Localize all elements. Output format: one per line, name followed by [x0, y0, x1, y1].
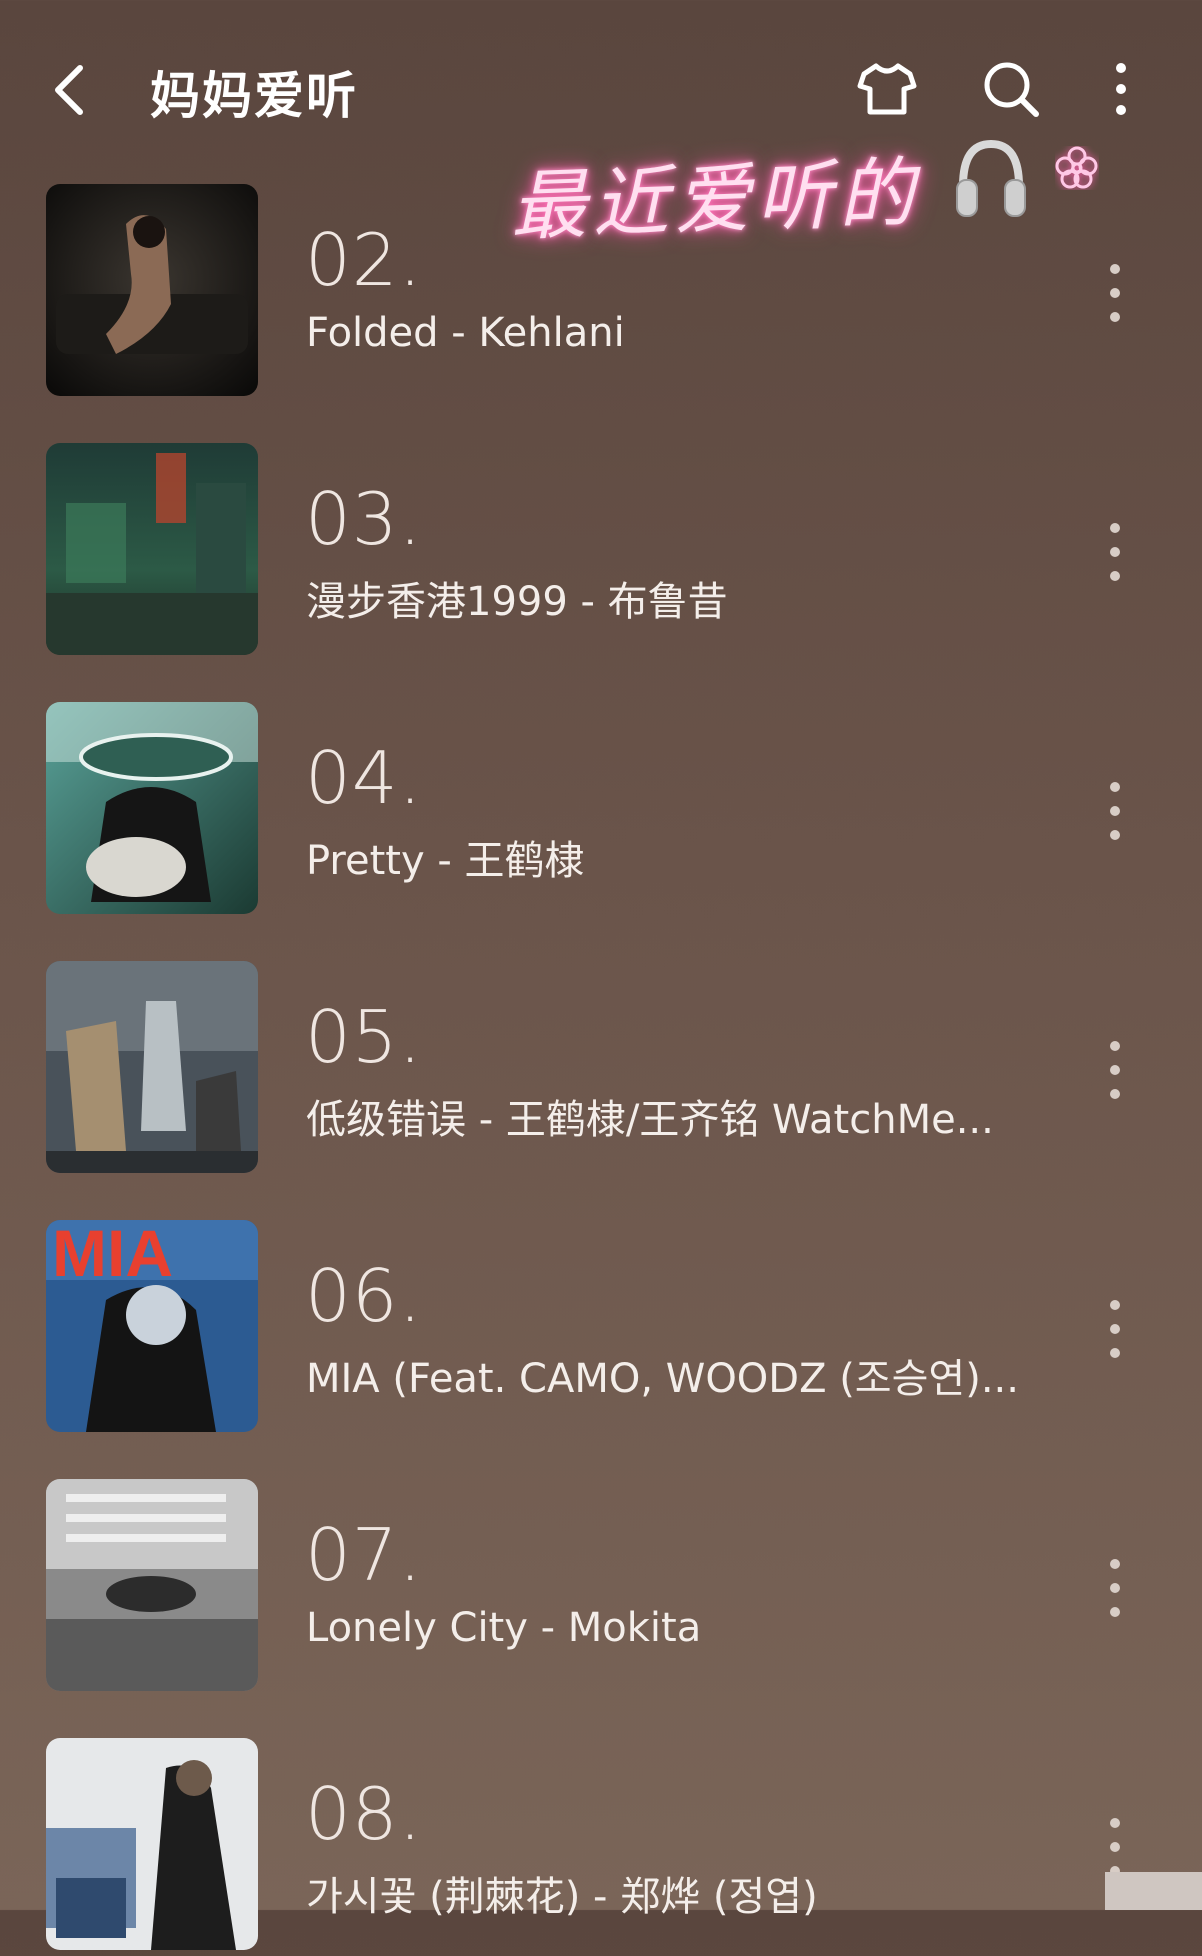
- album-cover: [46, 1479, 258, 1691]
- song-more-button[interactable]: [1100, 258, 1130, 328]
- more-dot-icon: [1110, 1089, 1120, 1099]
- song-title: Pretty - 王鹤棣: [306, 838, 585, 884]
- song-more-button[interactable]: [1100, 1035, 1130, 1105]
- more-dot-icon: [1110, 1041, 1120, 1051]
- song-more-button[interactable]: [1100, 517, 1130, 587]
- more-dot-icon: [1110, 523, 1120, 533]
- more-dot-icon: [1110, 1583, 1120, 1593]
- song-row[interactable]: MIA 06. MIA (Feat. CAMO, WOODZ (조승연)...: [0, 1218, 1202, 1438]
- more-dot-icon: [1110, 1559, 1120, 1569]
- song-title: 低级错误 - 王鹤棣/王齐铭 WatchMe...: [306, 1097, 994, 1143]
- track-number: 05.: [305, 995, 423, 1079]
- search-icon: [984, 62, 1039, 117]
- search-button[interactable]: [980, 58, 1042, 120]
- more-dot-icon: [1110, 1842, 1120, 1852]
- more-dot-icon: [1110, 288, 1120, 298]
- track-number: 07.: [305, 1513, 423, 1597]
- album-cover: [46, 1738, 258, 1950]
- track-number: 02.: [305, 218, 423, 302]
- song-more-button[interactable]: [1100, 1294, 1130, 1364]
- song-title: Folded - Kehlani: [306, 310, 625, 356]
- chevron-left-icon: [55, 65, 83, 115]
- track-number: 06.: [305, 1254, 423, 1338]
- track-number: 03.: [305, 477, 423, 561]
- album-cover: [46, 443, 258, 655]
- more-dot-icon: [1110, 1818, 1120, 1828]
- track-number: 04.: [305, 736, 423, 820]
- album-cover: MIA: [46, 1220, 258, 1432]
- album-cover: [46, 702, 258, 914]
- song-more-button[interactable]: [1100, 776, 1130, 846]
- svg-text:MIA: MIA: [52, 1220, 173, 1290]
- page-title: 妈妈爱听: [150, 67, 358, 125]
- song-row[interactable]: 03. 漫步香港1999 - 布鲁昔: [0, 441, 1202, 661]
- song-row[interactable]: 02. Folded - Kehlani: [0, 182, 1202, 402]
- skin-button[interactable]: [856, 58, 918, 120]
- album-cover: [46, 184, 258, 396]
- shirt-icon: [857, 63, 917, 115]
- more-dot-icon: [1110, 264, 1120, 274]
- more-menu-button[interactable]: [1090, 58, 1152, 120]
- song-row[interactable]: 05. 低级错误 - 王鹤棣/王齐铭 WatchMe...: [0, 959, 1202, 1179]
- more-dot-icon: [1110, 1065, 1120, 1075]
- song-title: Lonely City - Mokita: [306, 1605, 702, 1651]
- track-number: 08.: [305, 1772, 423, 1856]
- more-dot-icon: [1110, 571, 1120, 581]
- song-title: 가시꽃 (荆棘花) - 郑烨 (정엽): [306, 1874, 818, 1920]
- more-dot-icon: [1110, 782, 1120, 792]
- song-row[interactable]: 04. Pretty - 王鹤棣: [0, 700, 1202, 920]
- more-dot-icon: [1110, 1607, 1120, 1617]
- more-dot-icon: [1110, 1348, 1120, 1358]
- more-dot-icon: [1110, 312, 1120, 322]
- more-dot-icon: [1110, 806, 1120, 816]
- song-row[interactable]: 07. Lonely City - Mokita: [0, 1477, 1202, 1697]
- more-dot-icon: [1110, 547, 1120, 557]
- more-dot-icon: [1110, 830, 1120, 840]
- song-row[interactable]: 08. 가시꽃 (荆棘花) - 郑烨 (정엽): [0, 1736, 1202, 1956]
- more-dot-icon: [1110, 1300, 1120, 1310]
- album-cover: [46, 961, 258, 1173]
- back-button[interactable]: [46, 60, 96, 120]
- bottom-right-overlay: [1105, 1872, 1202, 1910]
- more-vertical-icon: [1116, 63, 1126, 115]
- song-title: MIA (Feat. CAMO, WOODZ (조승연)...: [306, 1356, 1019, 1402]
- more-dot-icon: [1110, 1324, 1120, 1334]
- song-title: 漫步香港1999 - 布鲁昔: [306, 579, 728, 625]
- song-more-button[interactable]: [1100, 1553, 1130, 1623]
